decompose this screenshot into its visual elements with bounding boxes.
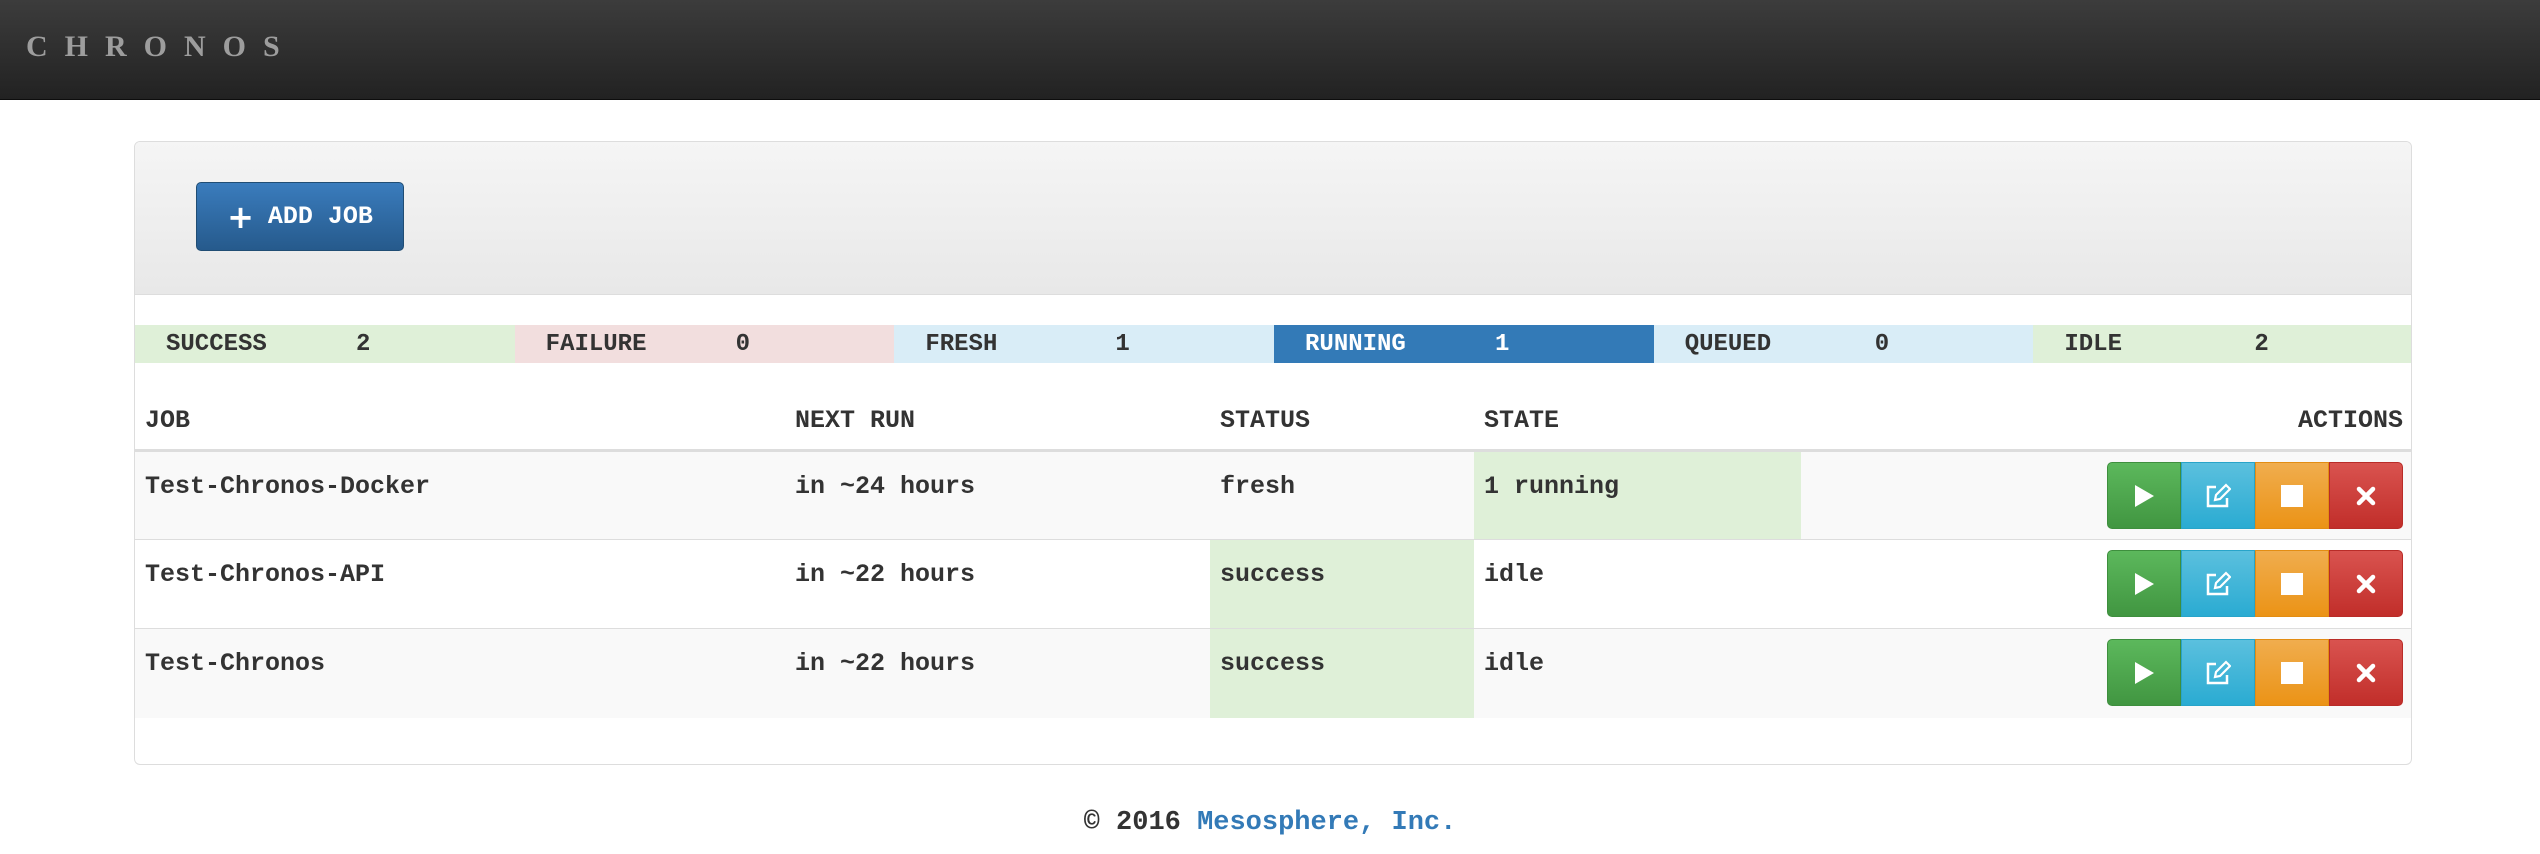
next-run: in ~22 hours [785, 539, 1210, 629]
stop-icon [2281, 661, 2303, 684]
table-row: Test-Chronos in ~22 hours success idle [135, 628, 2411, 718]
copyright-text: © 2016 [1083, 808, 1181, 838]
job-state-text: 1 running [1484, 472, 1620, 501]
job-status: fresh [1210, 450, 1474, 540]
counter-success[interactable]: SUCCESS 2 [135, 325, 515, 363]
jobs-table: JOB NEXT RUN STATUS STATE ACTIONS Test-C… [135, 391, 2411, 718]
counter-label: FRESH [925, 330, 998, 358]
page-footer: © 2016 Mesosphere, Inc. [0, 808, 2540, 838]
plus-icon: + [227, 197, 254, 236]
brand-logo[interactable]: CHRONOS [26, 30, 297, 64]
edit-icon [2206, 482, 2231, 507]
delete-job-button[interactable] [2329, 639, 2403, 706]
run-job-button[interactable] [2107, 639, 2181, 706]
counter-value: 0 [735, 330, 751, 358]
edit-job-button[interactable] [2181, 639, 2255, 706]
row-actions [1801, 450, 2411, 540]
job-name[interactable]: Test-Chronos [135, 628, 785, 718]
next-run: in ~22 hours [785, 628, 1210, 718]
delete-icon [2356, 574, 2376, 593]
counter-running[interactable]: RUNNING 1 [1274, 325, 1654, 363]
counter-fresh[interactable]: FRESH 1 [894, 325, 1275, 363]
counter-label: FAILURE [545, 330, 647, 358]
status-counters: SUCCESS 2 FAILURE 0 FRESH 1 RUNNING 1 QU… [135, 325, 2411, 363]
job-state: idle [1474, 539, 1801, 629]
edit-icon [2206, 570, 2231, 595]
counter-label: QUEUED [1684, 330, 1772, 358]
edit-job-button[interactable] [2181, 550, 2255, 617]
jobs-panel: + ADD JOB SUCCESS 2 FAILURE 0 FRESH 1 RU… [134, 141, 2412, 765]
job-status: success [1210, 539, 1474, 629]
stop-job-button[interactable] [2255, 639, 2329, 706]
counter-value: 0 [1874, 330, 1890, 358]
row-actions [1801, 628, 2411, 718]
run-job-button[interactable] [2107, 550, 2181, 617]
play-icon [2135, 661, 2154, 684]
counter-value: 1 [1115, 330, 1130, 358]
column-header-actions: ACTIONS [1801, 391, 2411, 452]
counter-value: 1 [1495, 330, 1510, 358]
counter-queued[interactable]: QUEUED 0 [1653, 325, 2034, 363]
panel-header: + ADD JOB [135, 142, 2411, 295]
stop-job-button[interactable] [2255, 462, 2329, 529]
run-job-button[interactable] [2107, 462, 2181, 529]
counter-label: SUCCESS [166, 330, 267, 358]
column-header-status[interactable]: STATUS [1210, 391, 1474, 452]
table-row: Test-Chronos-API in ~22 hours success id… [135, 539, 2411, 629]
delete-job-button[interactable] [2329, 550, 2403, 617]
action-button-group [1801, 462, 2403, 529]
job-state: idle [1474, 628, 1801, 718]
action-button-group [1801, 639, 2403, 706]
column-header-job[interactable]: JOB [135, 391, 785, 452]
counter-idle[interactable]: IDLE 2 [2033, 325, 2411, 363]
action-button-group [1801, 550, 2403, 617]
table-row: Test-Chronos-Docker in ~24 hours fresh 1… [135, 450, 2411, 540]
add-job-button[interactable]: + ADD JOB [196, 182, 404, 251]
job-name[interactable]: Test-Chronos-API [135, 539, 785, 629]
counter-failure[interactable]: FAILURE 0 [514, 325, 895, 363]
delete-icon [2356, 486, 2376, 505]
company-link[interactable]: Mesosphere, Inc. [1197, 808, 1456, 838]
counter-label: IDLE [2064, 330, 2122, 358]
edit-job-button[interactable] [2181, 462, 2255, 529]
row-actions [1801, 539, 2411, 629]
play-icon [2135, 484, 2154, 507]
stop-job-button[interactable] [2255, 550, 2329, 617]
job-name[interactable]: Test-Chronos-Docker [135, 450, 785, 540]
play-icon [2135, 572, 2154, 595]
table-header-row: JOB NEXT RUN STATUS STATE ACTIONS [135, 391, 2411, 452]
delete-job-button[interactable] [2329, 462, 2403, 529]
job-status: success [1210, 628, 1474, 718]
stop-icon [2281, 484, 2303, 507]
column-header-next-run[interactable]: NEXT RUN [785, 391, 1210, 452]
stop-icon [2281, 572, 2303, 595]
job-state: 1 running [1474, 450, 1801, 540]
edit-icon [2206, 659, 2231, 684]
counter-label: RUNNING [1305, 330, 1406, 358]
column-header-state[interactable]: STATE [1474, 391, 1801, 452]
counter-value: 2 [2254, 330, 2269, 358]
next-run: in ~24 hours [785, 450, 1210, 540]
delete-icon [2356, 663, 2376, 682]
top-navbar: CHRONOS [0, 0, 2540, 100]
add-job-label: ADD JOB [267, 202, 373, 231]
counter-value: 2 [356, 330, 371, 358]
